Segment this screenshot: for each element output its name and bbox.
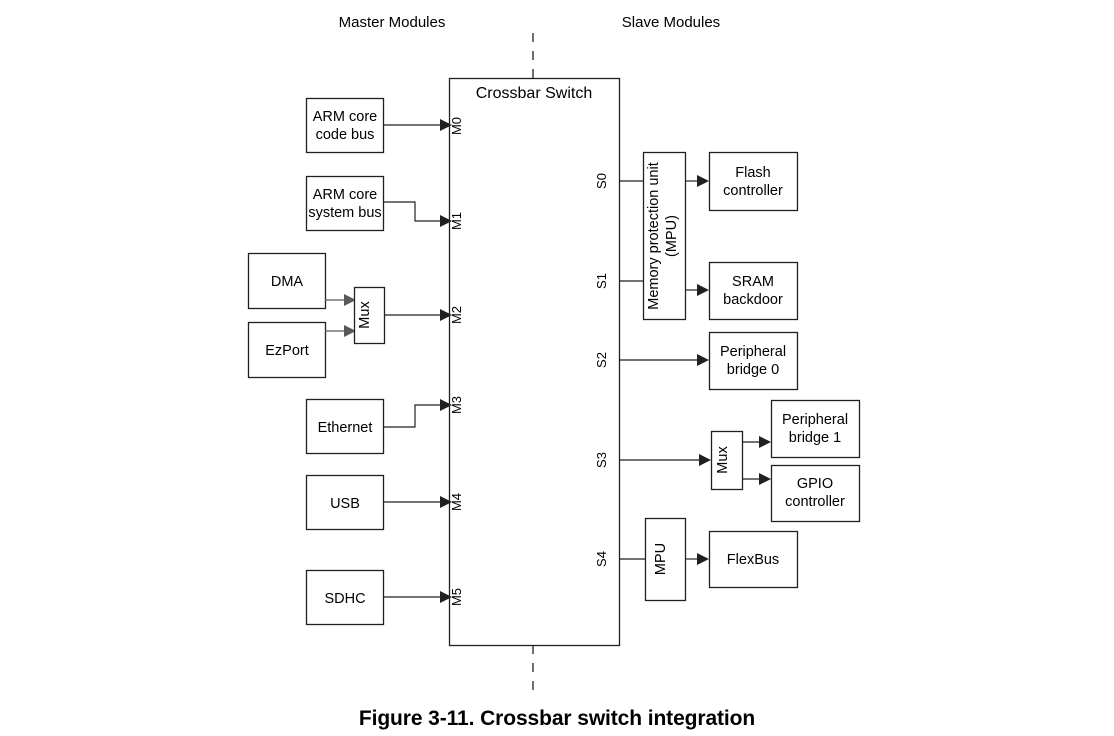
wire-arm-system-bus-to-m1 (383, 201, 440, 222)
module-label-sdhc: SDHC (324, 591, 365, 607)
module-label-dma: DMA (271, 274, 304, 290)
module-label-peripheral-bridge-1-line1: Peripheral (782, 412, 848, 428)
arrowhead-sram-backdoor (697, 284, 709, 296)
port-label-m3: M3 (449, 396, 464, 414)
module-label-ezport: EzPort (265, 343, 309, 359)
module-box-arm-system-bus[interactable] (305, 175, 385, 232)
port-label-s3: S3 (594, 452, 609, 468)
module-label-peripheral-bridge-0-line1: Peripheral (720, 344, 786, 360)
port-label-s2: S2 (594, 352, 609, 368)
module-box-peripheral-bridge-1[interactable] (770, 399, 861, 459)
module-label-ethernet: Ethernet (318, 420, 373, 436)
module-box-arm-code-bus[interactable] (305, 97, 385, 154)
module-label-peripheral-bridge-0-line2: bridge 0 (727, 362, 779, 378)
wire-ethernet-to-m3 (383, 404, 440, 428)
module-label-gpio-controller-line1: GPIO (797, 476, 833, 492)
port-label-s1: S1 (594, 273, 609, 289)
arrowhead-slave-mux-input (699, 454, 711, 466)
mpu-label-line1: Memory protection unit (646, 162, 662, 309)
module-label-flash-controller-line2: controller (723, 183, 783, 199)
port-label-m2: M2 (449, 306, 464, 324)
module-box-sram-backdoor[interactable] (708, 261, 799, 321)
module-label-flexbus: FlexBus (727, 552, 779, 568)
module-label-sram-backdoor-line2: backdoor (723, 292, 783, 308)
mpu-label-line2: (MPU) (664, 215, 680, 257)
module-label-arm-code-bus-line2: code bus (316, 127, 375, 143)
port-label-s4: S4 (594, 551, 609, 567)
figure-crossbar-switch-integration: Master Modules Slave Modules Crossbar Sw… (0, 0, 1114, 736)
port-label-m0: M0 (449, 117, 464, 135)
module-label-arm-system-bus-line1: ARM core (313, 187, 377, 203)
heading-master-modules: Master Modules (339, 14, 446, 31)
mpu-label-flexbus: MPU (653, 543, 669, 575)
mux-label-slave: Mux (715, 446, 731, 474)
module-box-flash-controller[interactable] (708, 151, 799, 212)
module-label-arm-system-bus-line2: system bus (308, 205, 381, 221)
arrowhead-flash-controller (697, 175, 709, 187)
module-label-flash-controller-line1: Flash (735, 165, 770, 181)
crossbar-diagram: Master Modules Slave Modules Crossbar Sw… (247, 14, 861, 692)
module-label-sram-backdoor-line1: SRAM (732, 274, 774, 290)
arrowhead-flexbus (697, 553, 709, 565)
heading-slave-modules: Slave Modules (622, 14, 720, 31)
port-label-m5: M5 (449, 588, 464, 606)
mux-label-master: Mux (357, 301, 373, 329)
module-label-peripheral-bridge-1-line2: bridge 1 (789, 430, 841, 446)
arrowhead-peripheral-bridge-1 (759, 436, 771, 448)
module-box-peripheral-bridge-0[interactable] (708, 331, 799, 391)
crossbar-switch-title: Crossbar Switch (476, 85, 592, 102)
figure-caption: Figure 3-11. Crossbar switch integration (358, 707, 756, 730)
module-label-usb: USB (330, 496, 360, 512)
module-label-gpio-controller-line2: controller (785, 494, 845, 510)
module-label-arm-code-bus-line1: ARM core (313, 109, 377, 125)
port-label-s0: S0 (594, 173, 609, 189)
port-label-m1: M1 (449, 212, 464, 230)
arrowhead-gpio-controller (759, 473, 771, 485)
arrowhead-peripheral-bridge-0 (697, 354, 709, 366)
port-label-m4: M4 (449, 493, 464, 511)
